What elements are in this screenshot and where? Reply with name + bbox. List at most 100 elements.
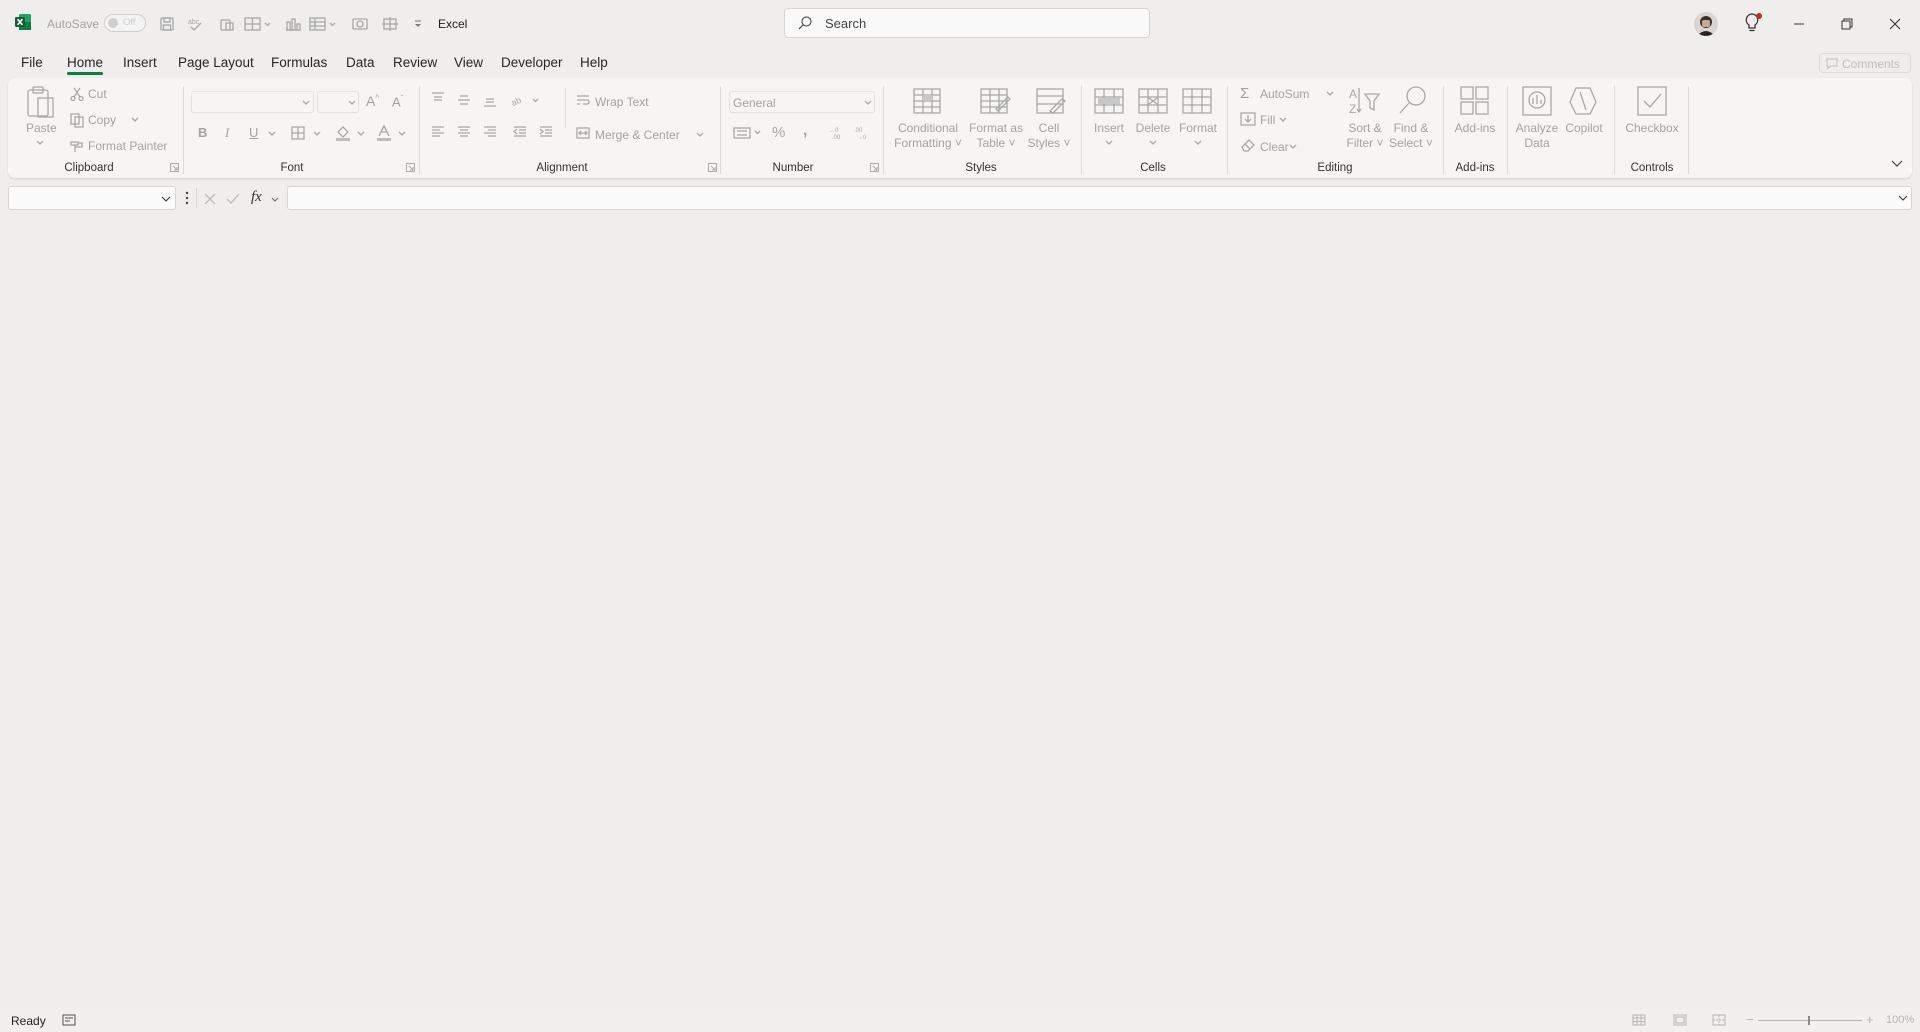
freeze-panes-quick-icon[interactable] bbox=[381, 15, 399, 33]
fill-dropdown-icon[interactable] bbox=[1279, 117, 1287, 123]
lightbulb-icon[interactable] bbox=[1744, 12, 1764, 34]
analyze-data-label[interactable]: Analyze Data bbox=[1511, 121, 1563, 151]
sort-filter-icon[interactable]: AZ bbox=[1349, 86, 1381, 116]
zoom-slider[interactable] bbox=[1758, 1016, 1862, 1025]
delete-cells-icon[interactable] bbox=[1138, 87, 1170, 115]
increase-decimal-icon[interactable]: ←0.00 bbox=[828, 125, 846, 141]
addins-icon[interactable] bbox=[1460, 86, 1490, 116]
font-name-box[interactable] bbox=[191, 91, 314, 113]
format-cells-label[interactable]: Format bbox=[1176, 121, 1220, 136]
search-box[interactable]: Search bbox=[784, 8, 1150, 38]
cell-styles-label[interactable]: Cell Styles ˅ bbox=[1024, 121, 1074, 151]
tab-review[interactable]: Review bbox=[393, 55, 437, 70]
collapse-ribbon-icon[interactable] bbox=[1891, 160, 1903, 168]
normal-view-icon[interactable] bbox=[1632, 1014, 1646, 1026]
borders-dropdown-icon[interactable] bbox=[313, 131, 321, 137]
percent-style-icon[interactable]: % bbox=[772, 124, 785, 141]
underline-button[interactable]: U bbox=[249, 125, 258, 140]
cut-label[interactable]: Cut bbox=[88, 87, 107, 101]
name-box[interactable] bbox=[8, 186, 176, 210]
restore-button[interactable] bbox=[1824, 10, 1870, 38]
borders-icon[interactable] bbox=[291, 126, 305, 140]
tab-home[interactable]: Home bbox=[67, 55, 103, 70]
page-layout-view-icon[interactable] bbox=[1673, 1014, 1687, 1026]
insert-cells-label[interactable]: Insert bbox=[1089, 121, 1129, 136]
spelling-icon[interactable]: abc bbox=[187, 15, 205, 33]
zoom-in-button[interactable]: + bbox=[1866, 1012, 1874, 1027]
comments-button[interactable]: Comments bbox=[1819, 53, 1911, 73]
format-cells-icon[interactable] bbox=[1182, 85, 1214, 115]
bottom-align-icon[interactable] bbox=[483, 96, 497, 108]
more-options-icon[interactable] bbox=[185, 191, 189, 205]
wrap-text-icon[interactable] bbox=[576, 94, 590, 106]
clear-label[interactable]: Clear bbox=[1260, 140, 1289, 154]
font-color-dropdown-icon[interactable] bbox=[398, 131, 406, 137]
checkbox-label[interactable]: Checkbox bbox=[1620, 121, 1684, 136]
italic-button[interactable]: I bbox=[225, 125, 229, 141]
decrease-font-icon[interactable]: Aˇ bbox=[392, 94, 403, 109]
copilot-label[interactable]: Copilot bbox=[1559, 121, 1609, 136]
insert-dropdown-icon[interactable] bbox=[1105, 140, 1113, 146]
alignment-launcher-icon[interactable] bbox=[708, 163, 717, 172]
format-as-table-label[interactable]: Format as Table ˅ bbox=[962, 121, 1030, 151]
align-right-icon[interactable] bbox=[483, 126, 497, 138]
conditional-formatting-icon[interactable] bbox=[913, 87, 943, 115]
page-break-view-icon[interactable] bbox=[1712, 1014, 1726, 1026]
font-launcher-icon[interactable] bbox=[406, 163, 415, 172]
decrease-decimal-icon[interactable]: .00 →0 bbox=[853, 125, 871, 141]
middle-align-icon[interactable] bbox=[457, 94, 471, 106]
paste-icon[interactable] bbox=[25, 86, 57, 120]
customize-qat-icon[interactable] bbox=[412, 15, 424, 33]
copy-icon[interactable] bbox=[70, 113, 84, 128]
fill-label[interactable]: Fill bbox=[1260, 113, 1275, 127]
zoom-out-button[interactable]: − bbox=[1746, 1012, 1754, 1027]
fill-color-dropdown-icon[interactable] bbox=[357, 131, 365, 137]
tab-formulas[interactable]: Formulas bbox=[271, 55, 327, 70]
conditional-formatting-label[interactable]: Conditional Formatting ˅ bbox=[893, 121, 963, 151]
increase-indent-icon[interactable] bbox=[539, 126, 553, 138]
tab-file[interactable]: File bbox=[21, 55, 43, 70]
cancel-entry-icon[interactable] bbox=[204, 193, 216, 205]
align-left-icon[interactable] bbox=[431, 126, 445, 138]
clear-dropdown-icon[interactable] bbox=[1289, 144, 1297, 150]
expand-formula-icon[interactable] bbox=[1898, 195, 1908, 201]
number-format-box[interactable]: General bbox=[729, 91, 875, 113]
zoom-level[interactable]: 100% bbox=[1886, 1014, 1914, 1026]
paste-quick-icon[interactable] bbox=[218, 15, 236, 33]
screenshot-quick-icon[interactable] bbox=[351, 15, 369, 33]
bold-button[interactable]: B bbox=[198, 125, 207, 140]
sort-filter-label[interactable]: Sort & Filter ˅ bbox=[1339, 121, 1391, 151]
save-icon[interactable] bbox=[158, 15, 176, 33]
close-button[interactable] bbox=[1872, 10, 1918, 38]
fill-color-icon[interactable] bbox=[335, 125, 351, 141]
borders-quick-icon[interactable] bbox=[243, 15, 273, 33]
table-quick-icon[interactable] bbox=[308, 15, 340, 33]
fill-icon[interactable] bbox=[1240, 112, 1256, 126]
accounting-format-icon[interactable] bbox=[733, 127, 763, 139]
tab-help[interactable]: Help bbox=[580, 55, 608, 70]
analyze-data-icon[interactable] bbox=[1522, 86, 1554, 116]
tab-insert[interactable]: Insert bbox=[123, 55, 157, 70]
find-select-icon[interactable] bbox=[1397, 85, 1429, 115]
font-size-box[interactable] bbox=[317, 91, 359, 113]
tab-page-layout[interactable]: Page Layout bbox=[178, 55, 254, 70]
minimize-button[interactable] bbox=[1776, 10, 1822, 38]
tab-view[interactable]: View bbox=[454, 55, 483, 70]
paste-label[interactable]: Paste bbox=[26, 121, 57, 136]
insert-cells-icon[interactable] bbox=[1094, 87, 1126, 115]
align-center-icon[interactable] bbox=[457, 126, 471, 138]
comma-style-icon[interactable]: , bbox=[803, 122, 807, 140]
autosum-dropdown-icon[interactable] bbox=[1326, 91, 1334, 97]
orientation-icon[interactable]: ab bbox=[509, 93, 541, 108]
confirm-entry-icon[interactable] bbox=[226, 193, 240, 205]
tab-developer[interactable]: Developer bbox=[501, 55, 563, 70]
delete-cells-label[interactable]: Delete bbox=[1133, 121, 1173, 136]
copilot-icon[interactable] bbox=[1568, 86, 1600, 116]
font-color-icon[interactable] bbox=[376, 124, 392, 141]
top-align-icon[interactable] bbox=[431, 92, 445, 104]
underline-dropdown-icon[interactable] bbox=[268, 131, 276, 137]
delete-dropdown-icon[interactable] bbox=[1149, 140, 1157, 146]
zoom-slider-thumb[interactable] bbox=[1808, 1016, 1810, 1025]
addins-label[interactable]: Add-ins bbox=[1449, 121, 1501, 136]
checkbox-icon[interactable] bbox=[1637, 86, 1667, 116]
